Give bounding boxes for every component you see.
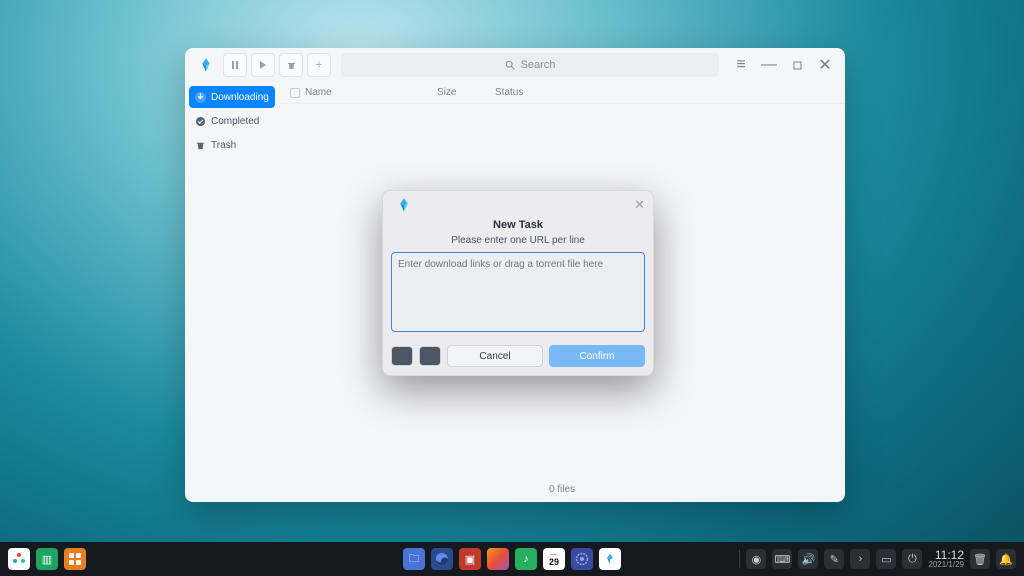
taskbar-center: 🗀 ▣ ♪ —29: [403, 548, 621, 570]
sidebar-item-completed[interactable]: Completed: [189, 110, 275, 132]
tray-power-icon[interactable]: ⏻: [902, 549, 922, 569]
tray-desktop-icon[interactable]: ▭: [876, 549, 896, 569]
titlebar: + Search ≡ — ✕: [185, 48, 845, 82]
sidebar-label: Trash: [211, 140, 236, 151]
photos-icon[interactable]: [487, 548, 509, 570]
dialog-buttons: Cancel Confirm: [391, 345, 645, 367]
app-logo-icon: [395, 196, 413, 214]
multitask-icon[interactable]: ▥: [36, 548, 58, 570]
tray-sound-icon[interactable]: 🔊: [798, 549, 818, 569]
column-status[interactable]: Status: [495, 87, 839, 98]
sidebar: Downloading Completed Trash: [185, 82, 279, 502]
sidebar-item-downloading[interactable]: Downloading: [189, 86, 275, 108]
tray-recorder-icon[interactable]: ◉: [746, 549, 766, 569]
file-manager-icon[interactable]: 🗀: [403, 548, 425, 570]
tray-edit-icon[interactable]: ✎: [824, 549, 844, 569]
url-textarea[interactable]: [391, 252, 645, 332]
app-logo-icon: [197, 56, 215, 74]
dialog-close-button[interactable]: ✕: [634, 197, 645, 213]
taskbar: ▥ 🗀 ▣ ♪ —29 ◉ ⌨ 🔊 ✎ › ▭ ⏻ 11:12 2021/1/2…: [0, 542, 1024, 576]
music-icon[interactable]: ♪: [515, 548, 537, 570]
tray-keyboard-icon[interactable]: ⌨: [772, 549, 792, 569]
dialog-title: New Task: [383, 219, 653, 231]
search-icon: [505, 60, 515, 70]
tray-next-icon[interactable]: ›: [850, 549, 870, 569]
settings-icon[interactable]: [571, 548, 593, 570]
search-placeholder: Search: [521, 59, 556, 71]
sidebar-label: Completed: [211, 116, 259, 127]
cancel-button[interactable]: Cancel: [447, 345, 543, 367]
check-icon: [195, 116, 206, 127]
tray-notify-icon[interactable]: 🔔: [996, 549, 1016, 569]
tray-separator: [739, 550, 740, 568]
taskbar-left: ▥: [8, 548, 86, 570]
download-icon: [195, 92, 206, 103]
launcher-icon[interactable]: [8, 548, 30, 570]
speed-limit-button[interactable]: [419, 346, 441, 366]
close-button[interactable]: ✕: [813, 53, 837, 77]
pause-button[interactable]: [223, 53, 247, 77]
sidebar-label: Downloading: [211, 92, 269, 103]
search-input[interactable]: Search: [341, 53, 719, 77]
sidebar-item-trash[interactable]: Trash: [189, 134, 275, 156]
resume-button[interactable]: [251, 53, 275, 77]
store-icon[interactable]: ▣: [459, 548, 481, 570]
dialog-header: ✕: [383, 191, 653, 219]
file-count: 0 files: [549, 484, 575, 495]
menu-button[interactable]: ≡: [729, 53, 753, 77]
workspace-icon[interactable]: [64, 548, 86, 570]
select-all-checkbox[interactable]: [285, 88, 305, 98]
dialog-body: Cancel Confirm: [383, 252, 653, 375]
column-name[interactable]: Name: [305, 87, 437, 98]
calendar-icon[interactable]: —29: [543, 548, 565, 570]
tray-trash-icon[interactable]: 🗑: [970, 549, 990, 569]
trash-icon: [195, 140, 206, 151]
add-task-button[interactable]: +: [307, 53, 331, 77]
taskbar-right: ◉ ⌨ 🔊 ✎ › ▭ ⏻ 11:12 2021/1/29 🗑 🔔: [739, 549, 1016, 569]
open-torrent-button[interactable]: [391, 346, 413, 366]
dialog-subtitle: Please enter one URL per line: [383, 235, 653, 246]
column-size[interactable]: Size: [437, 87, 495, 98]
browser-icon[interactable]: [431, 548, 453, 570]
download-manager-taskbar-icon[interactable]: [599, 548, 621, 570]
confirm-button[interactable]: Confirm: [549, 345, 645, 367]
clock[interactable]: 11:12 2021/1/29: [928, 549, 964, 569]
table-header: Name Size Status: [279, 82, 845, 104]
delete-button[interactable]: [279, 53, 303, 77]
maximize-button[interactable]: [785, 53, 809, 77]
status-footer: 0 files: [279, 476, 845, 502]
clock-date: 2021/1/29: [928, 561, 964, 569]
new-task-dialog: ✕ New Task Please enter one URL per line…: [382, 190, 654, 376]
minimize-button[interactable]: —: [757, 53, 781, 77]
